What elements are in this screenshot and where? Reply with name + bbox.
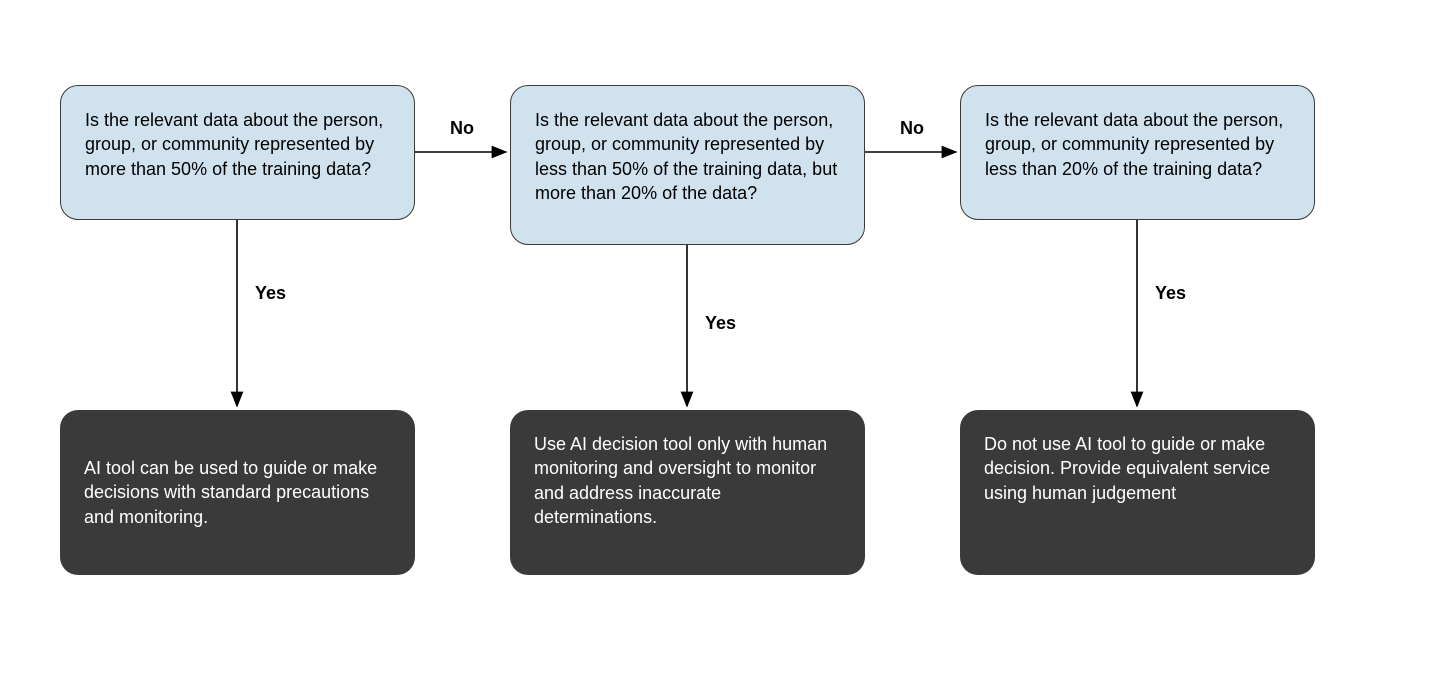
decision-node-q3: Is the relevant data about the person, g… xyxy=(960,85,1315,220)
outcome-node-o1: AI tool can be used to guide or make dec… xyxy=(60,410,415,575)
outcome-node-o2: Use AI decision tool only with human mon… xyxy=(510,410,865,575)
edge-label-q1-o1: Yes xyxy=(255,283,286,304)
edge-label-q1-q2: No xyxy=(450,118,474,139)
outcome-node-o3: Do not use AI tool to guide or make deci… xyxy=(960,410,1315,575)
decision-text: Is the relevant data about the person, g… xyxy=(535,110,837,203)
decision-text: Is the relevant data about the person, g… xyxy=(985,110,1283,179)
edge-label-q3-o3: Yes xyxy=(1155,283,1186,304)
decision-text: Is the relevant data about the person, g… xyxy=(85,110,383,179)
edge-label-q2-q3: No xyxy=(900,118,924,139)
decision-node-q1: Is the relevant data about the person, g… xyxy=(60,85,415,220)
outcome-text: AI tool can be used to guide or make dec… xyxy=(84,456,391,529)
edge-label-q2-o2: Yes xyxy=(705,313,736,334)
flowchart-canvas: Is the relevant data about the person, g… xyxy=(0,0,1430,673)
outcome-text: Do not use AI tool to guide or make deci… xyxy=(984,434,1270,503)
decision-node-q2: Is the relevant data about the person, g… xyxy=(510,85,865,245)
outcome-text: Use AI decision tool only with human mon… xyxy=(534,434,827,527)
